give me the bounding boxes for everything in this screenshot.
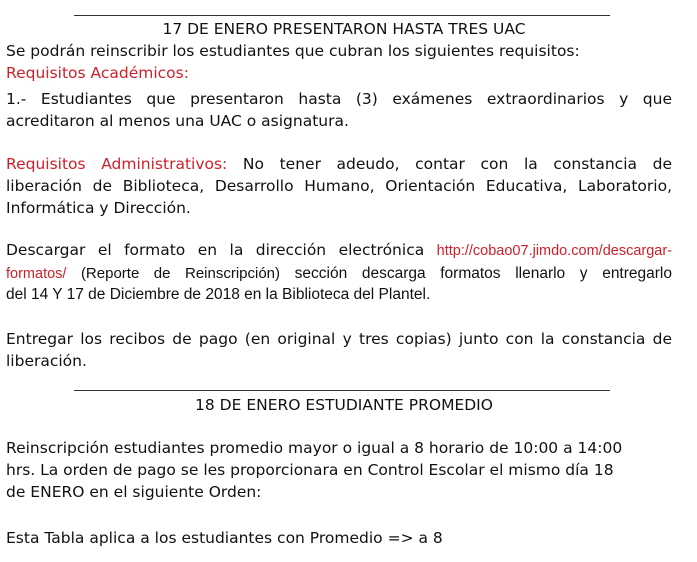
receipts-line2: liberación.: [6, 352, 87, 370]
admin-requirements-line1: Requisitos Administrativos: No tener ade…: [6, 153, 672, 175]
download-link-part1[interactable]: http://cobao07.jimdo.com/descargar-: [437, 243, 672, 259]
download-rest: sección descarga formatos llenarlo y ent…: [280, 265, 672, 282]
admin-requirements-text: No tener adeudo, contar con la constanci…: [227, 155, 672, 173]
academic-requirement-line2: acreditaron al menos una UAC o asignatur…: [6, 112, 349, 130]
download-line3: del 14 Y 17 de Diciembre de 2018 en la B…: [6, 286, 431, 303]
download-prefix: Descargar el formato en la dirección ele…: [6, 241, 437, 259]
table-note: Esta Tabla aplica a los estudiantes con …: [6, 529, 443, 547]
intro-text: Se podrán reinscribir los estudiantes qu…: [6, 42, 580, 60]
download-line2: formatos/ (Reporte de Reinscripción) sec…: [6, 262, 672, 285]
download-line1: Descargar el formato en la dirección ele…: [6, 239, 672, 262]
admin-requirements-line3: Informática y Dirección.: [6, 199, 191, 217]
top-divider: [74, 15, 610, 16]
receipts-line1: Entregar los recibos de pago (en origina…: [6, 330, 672, 348]
section1-heading: 17 DE ENERO PRESENTARON HASTA TRES UAC: [162, 20, 526, 38]
middle-divider: [74, 390, 610, 391]
download-link-part2[interactable]: formatos/: [6, 266, 66, 282]
average-students-line3: de ENERO en el siguiente Orden:: [6, 483, 262, 501]
section2-heading: 18 DE ENERO ESTUDIANTE PROMEDIO: [195, 396, 493, 414]
academic-requirement-line1: 1.- Estudiantes que presentaron hasta (3…: [6, 90, 672, 108]
average-students-line2: hrs. La orden de pago se les proporciona…: [6, 461, 614, 479]
admin-requirements-label: Requisitos Administrativos:: [6, 155, 228, 173]
average-students-line1: Reinscripción estudiantes promedio mayor…: [6, 439, 623, 457]
admin-requirements-line2: liberación de Biblioteca, Desarrollo Hum…: [6, 177, 672, 195]
download-note: (Reporte de Reinscripción): [66, 265, 281, 282]
academic-requirements-label: Requisitos Académicos:: [6, 64, 189, 82]
